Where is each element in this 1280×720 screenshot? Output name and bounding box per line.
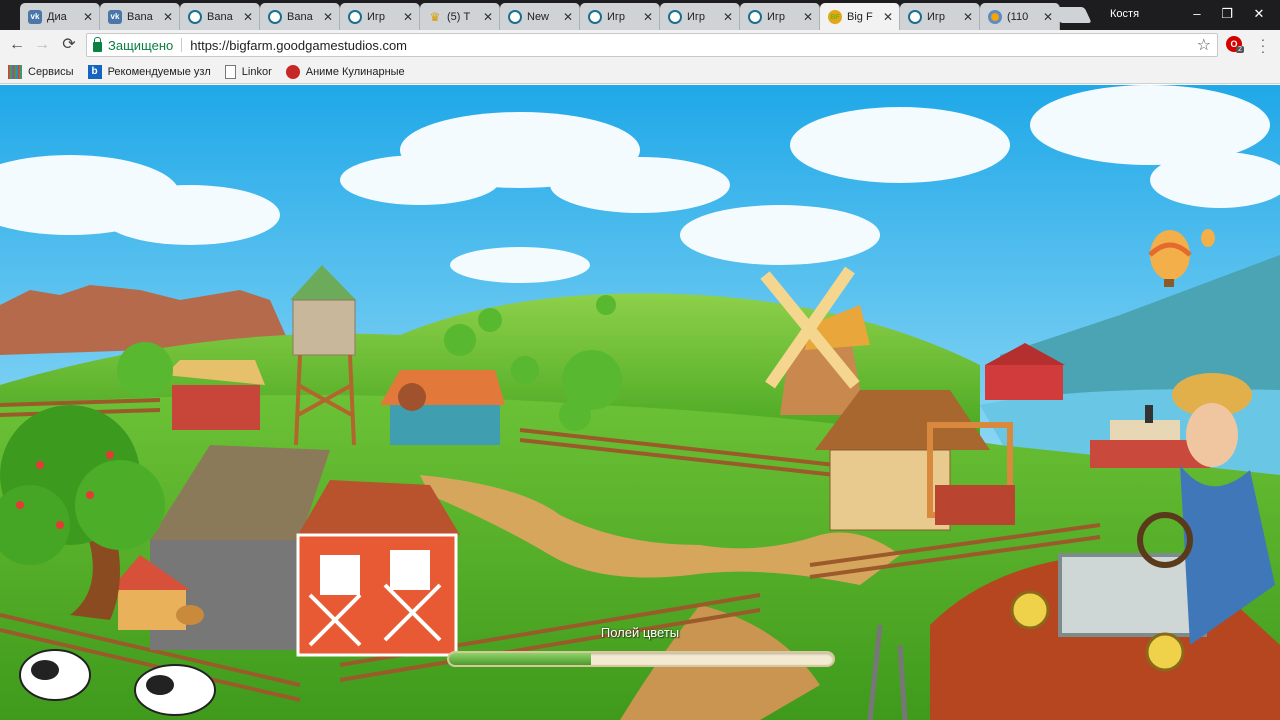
profile-name[interactable]: Костя bbox=[1110, 8, 1139, 20]
browser-tab[interactable]: Игр ✕ bbox=[740, 3, 820, 30]
goodgame-icon bbox=[508, 9, 522, 24]
browser-tab[interactable]: vk Bana ✕ bbox=[100, 3, 180, 30]
tab-title: Игр bbox=[687, 10, 706, 23]
browser-tab[interactable]: Bana ✕ bbox=[260, 3, 340, 30]
browser-tab[interactable]: Игр ✕ bbox=[660, 3, 740, 30]
new-tab-button[interactable] bbox=[1052, 7, 1092, 23]
bookmark-label: Аниме Кулинарные bbox=[305, 65, 405, 78]
address-bar[interactable]: Защищено https://bigfarm.goodgamestudios… bbox=[86, 33, 1218, 57]
goodgame-icon bbox=[268, 9, 282, 24]
bookmark-label: Сервисы bbox=[28, 65, 74, 78]
minimize-button[interactable]: – bbox=[1182, 4, 1212, 24]
bookmark-label: Рекомендуемые узл bbox=[107, 65, 211, 78]
tab-title: Big F bbox=[847, 11, 873, 23]
browser-tab[interactable]: ♛ (5) Т ✕ bbox=[420, 3, 500, 30]
browser-tab[interactable]: Игр ✕ bbox=[900, 3, 980, 30]
close-tab-icon[interactable]: ✕ bbox=[641, 10, 655, 24]
browser-tab[interactable]: Игр ✕ bbox=[340, 3, 420, 30]
close-tab-icon[interactable]: ✕ bbox=[881, 10, 895, 24]
close-tab-icon[interactable]: ✕ bbox=[401, 10, 415, 24]
tab-title: Игр bbox=[607, 10, 626, 23]
bing-icon: b bbox=[87, 64, 102, 79]
close-tab-icon[interactable]: ✕ bbox=[561, 10, 575, 24]
tab-title: (5) Т bbox=[447, 10, 471, 23]
tab-title: Bana bbox=[287, 10, 313, 23]
tab-title: Игр bbox=[367, 10, 386, 23]
bookmark-services[interactable]: Сервисы bbox=[8, 64, 74, 79]
loading-tip-text: Полей цветы bbox=[600, 625, 680, 640]
bookmark-linkor[interactable]: Linkor bbox=[224, 64, 272, 79]
anime-icon bbox=[285, 64, 300, 79]
tab-strip: vk Диа ✕ vk Bana ✕ Bana ✕ Bana ✕ Игр ✕ ♛ (5) Т ✕ New ✕ Иг… bbox=[0, 0, 1280, 31]
browser-tab[interactable]: vk Диа ✕ bbox=[20, 3, 100, 30]
tab-title: Диа bbox=[47, 10, 67, 23]
goodgame-icon bbox=[668, 9, 682, 24]
game-loading-screen[interactable]: Полей цветы bbox=[0, 85, 1280, 720]
close-tab-icon[interactable]: ✕ bbox=[161, 10, 175, 24]
bookmark-label: Linkor bbox=[241, 65, 272, 78]
vk-icon: vk bbox=[28, 9, 42, 24]
close-tab-icon[interactable]: ✕ bbox=[81, 10, 95, 24]
tab-title: Игр bbox=[927, 10, 946, 23]
close-tab-icon[interactable]: ✕ bbox=[961, 10, 975, 24]
lock-icon bbox=[93, 36, 102, 52]
stable bbox=[165, 360, 265, 430]
close-tab-icon[interactable]: ✕ bbox=[1041, 10, 1055, 24]
forward-button[interactable]: → bbox=[31, 34, 53, 56]
crown-icon: ♛ bbox=[429, 9, 441, 24]
loading-progress-bar bbox=[447, 651, 835, 667]
goodgame-icon bbox=[188, 9, 202, 24]
apps-icon bbox=[8, 64, 22, 79]
tab-title: Bana bbox=[207, 10, 233, 23]
browser-tab[interactable]: BF Big F ✕ bbox=[820, 3, 900, 31]
extension-badge: 2 bbox=[1236, 46, 1244, 53]
browser-toolbar: ← → ⟳ Защищено https://bigfarm.goodgames… bbox=[0, 30, 1280, 60]
reload-button[interactable]: ⟳ bbox=[58, 34, 80, 56]
browser-tab[interactable]: New ✕ bbox=[500, 3, 580, 30]
bookmark-anime[interactable]: Аниме Кулинарные bbox=[285, 64, 405, 79]
bookmarks-bar: Сервисы b Рекомендуемые узл Linkor Аниме… bbox=[0, 60, 1280, 84]
goodgame-icon bbox=[748, 9, 762, 24]
bookmark-recommended[interactable]: b Рекомендуемые узл bbox=[87, 64, 211, 79]
page-icon bbox=[224, 64, 236, 79]
bakery-building bbox=[380, 370, 505, 445]
back-button[interactable]: ← bbox=[6, 34, 28, 56]
loading-progress-fill bbox=[449, 653, 592, 665]
bigfarm-icon: BF bbox=[828, 10, 842, 24]
browser-tab[interactable]: (110 ✕ bbox=[980, 3, 1060, 30]
tab-title: Bana bbox=[127, 10, 153, 23]
tab-title: New bbox=[527, 10, 550, 23]
close-tab-icon[interactable]: ✕ bbox=[481, 10, 495, 24]
tab-title: (110 bbox=[1007, 10, 1029, 23]
menu-icon[interactable]: · · · bbox=[1256, 32, 1270, 58]
maximize-button[interactable]: ❐ bbox=[1212, 4, 1242, 24]
close-tab-icon[interactable]: ✕ bbox=[801, 10, 815, 24]
secure-label[interactable]: Защищено bbox=[108, 38, 173, 53]
close-tab-icon[interactable]: ✕ bbox=[321, 10, 335, 24]
goodgame-icon bbox=[348, 9, 362, 24]
divider bbox=[181, 38, 183, 52]
goodgame-icon bbox=[588, 9, 602, 24]
ring-icon bbox=[988, 9, 1002, 24]
close-tab-icon[interactable]: ✕ bbox=[721, 10, 735, 24]
tab-title: Игр bbox=[767, 10, 786, 23]
browser-tab[interactable]: Bana ✕ bbox=[180, 3, 260, 30]
browser-tab[interactable]: Игр ✕ bbox=[580, 3, 660, 30]
vk-icon: vk bbox=[108, 9, 122, 24]
url-text[interactable]: https://bigfarm.goodgamestudios.com bbox=[190, 38, 407, 53]
goodgame-icon bbox=[908, 9, 922, 24]
bookmark-star-icon[interactable]: ☆ bbox=[1197, 35, 1211, 55]
close-window-button[interactable]: ✕ bbox=[1244, 4, 1274, 24]
close-tab-icon[interactable]: ✕ bbox=[241, 10, 255, 24]
